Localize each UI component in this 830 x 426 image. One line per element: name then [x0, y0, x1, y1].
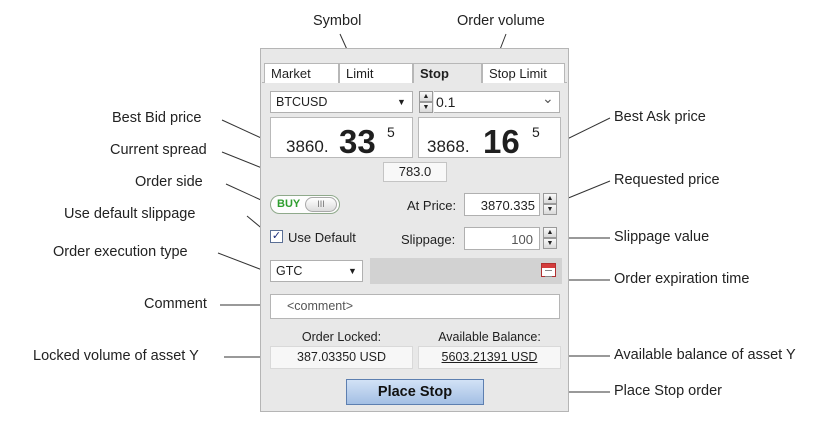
- order-side-toggle[interactable]: BUY III: [270, 195, 340, 214]
- ask-price-fraction: 5: [532, 124, 540, 140]
- callout-symbol: Symbol: [313, 13, 362, 29]
- use-default-label: Use Default: [288, 230, 356, 245]
- callout-place-stop-order: Place Stop order: [614, 383, 723, 399]
- callout-available-balance: Available balance of asset Y: [614, 347, 796, 363]
- line-execution-type: [217, 252, 266, 272]
- at-price-up-icon[interactable]: ▲: [543, 193, 557, 204]
- calendar-icon[interactable]: [541, 263, 556, 277]
- callout-order-side: Order side: [135, 174, 203, 190]
- order-locked-value: 387.03350 USD: [270, 346, 413, 369]
- callout-comment: Comment: [144, 296, 207, 312]
- callout-order-execution-type: Order execution type: [53, 244, 188, 260]
- symbol-value: BTCUSD: [276, 95, 328, 109]
- volume-value: 0.1: [436, 94, 456, 110]
- spread-display: 783.0: [383, 162, 447, 182]
- bid-price-prefix: 3860.: [286, 137, 329, 156]
- tab-stop[interactable]: Stop: [413, 63, 482, 83]
- chevron-down-icon: ▼: [348, 266, 357, 276]
- execution-type-dropdown[interactable]: GTC ▼: [270, 260, 363, 282]
- available-balance-value[interactable]: 5603.21391 USD: [418, 346, 561, 369]
- comment-input[interactable]: <comment>: [270, 294, 560, 319]
- ask-price-prefix: 3868.: [427, 137, 470, 156]
- ask-price-pips: 16: [483, 123, 520, 160]
- at-price-input[interactable]: 3870.335: [464, 193, 540, 216]
- callout-requested-price: Requested price: [614, 172, 720, 188]
- volume-up-icon[interactable]: ▲: [419, 91, 433, 102]
- chevron-down-icon: ▼: [397, 97, 406, 107]
- at-price-spinner[interactable]: ▲ ▼: [543, 193, 557, 215]
- tab-market[interactable]: Market: [264, 63, 339, 83]
- callout-order-expiration-time: Order expiration time: [614, 271, 750, 287]
- callout-order-volume: Order volume: [457, 13, 545, 29]
- slippage-up-icon[interactable]: ▲: [543, 227, 557, 238]
- slippage-label: Slippage:: [401, 232, 456, 247]
- chevron-down-icon: ⌄: [542, 90, 554, 106]
- expiration-time-field[interactable]: [370, 258, 562, 284]
- tab-limit[interactable]: Limit: [339, 63, 413, 83]
- callout-current-spread: Current spread: [110, 142, 207, 158]
- volume-down-icon[interactable]: ▼: [419, 102, 433, 113]
- toggle-knob-icon[interactable]: III: [305, 197, 337, 212]
- order-locked-label: Order Locked:: [301, 330, 382, 344]
- bid-price-fraction: 5: [387, 124, 395, 140]
- bid-price-pips: 33: [339, 123, 376, 160]
- slippage-down-icon[interactable]: ▼: [543, 238, 557, 249]
- available-balance-label: Available Balance:: [438, 330, 541, 344]
- bid-price-box[interactable]: 3860. 33 5: [270, 117, 413, 160]
- callout-use-default-slippage: Use default slippage: [64, 206, 196, 222]
- order-side-label: BUY: [277, 198, 301, 210]
- symbol-dropdown[interactable]: BTCUSD ▼: [270, 91, 413, 113]
- slippage-input[interactable]: 100: [464, 227, 540, 250]
- place-stop-button[interactable]: Place Stop: [346, 379, 484, 405]
- slippage-value: 100: [511, 232, 533, 247]
- at-price-value: 3870.335: [480, 198, 535, 213]
- execution-type-value: GTC: [276, 264, 303, 278]
- use-default-checkbox[interactable]: ✓: [270, 230, 283, 243]
- at-price-label: At Price:: [407, 198, 457, 213]
- callout-best-ask-price: Best Ask price: [614, 109, 706, 125]
- at-price-down-icon[interactable]: ▼: [543, 204, 557, 215]
- slippage-spinner[interactable]: ▲ ▼: [543, 227, 557, 249]
- tab-stop-limit[interactable]: Stop Limit: [482, 63, 565, 83]
- callout-locked-volume: Locked volume of asset Y: [33, 348, 199, 364]
- callout-best-bid-price: Best Bid price: [112, 110, 202, 126]
- callout-slippage-value: Slippage value: [614, 229, 710, 245]
- ask-price-box[interactable]: 3868. 16 5: [418, 117, 561, 160]
- volume-dropdown[interactable]: 0.1 ⌄: [434, 90, 560, 113]
- volume-spinner[interactable]: ▲ ▼: [419, 91, 433, 113]
